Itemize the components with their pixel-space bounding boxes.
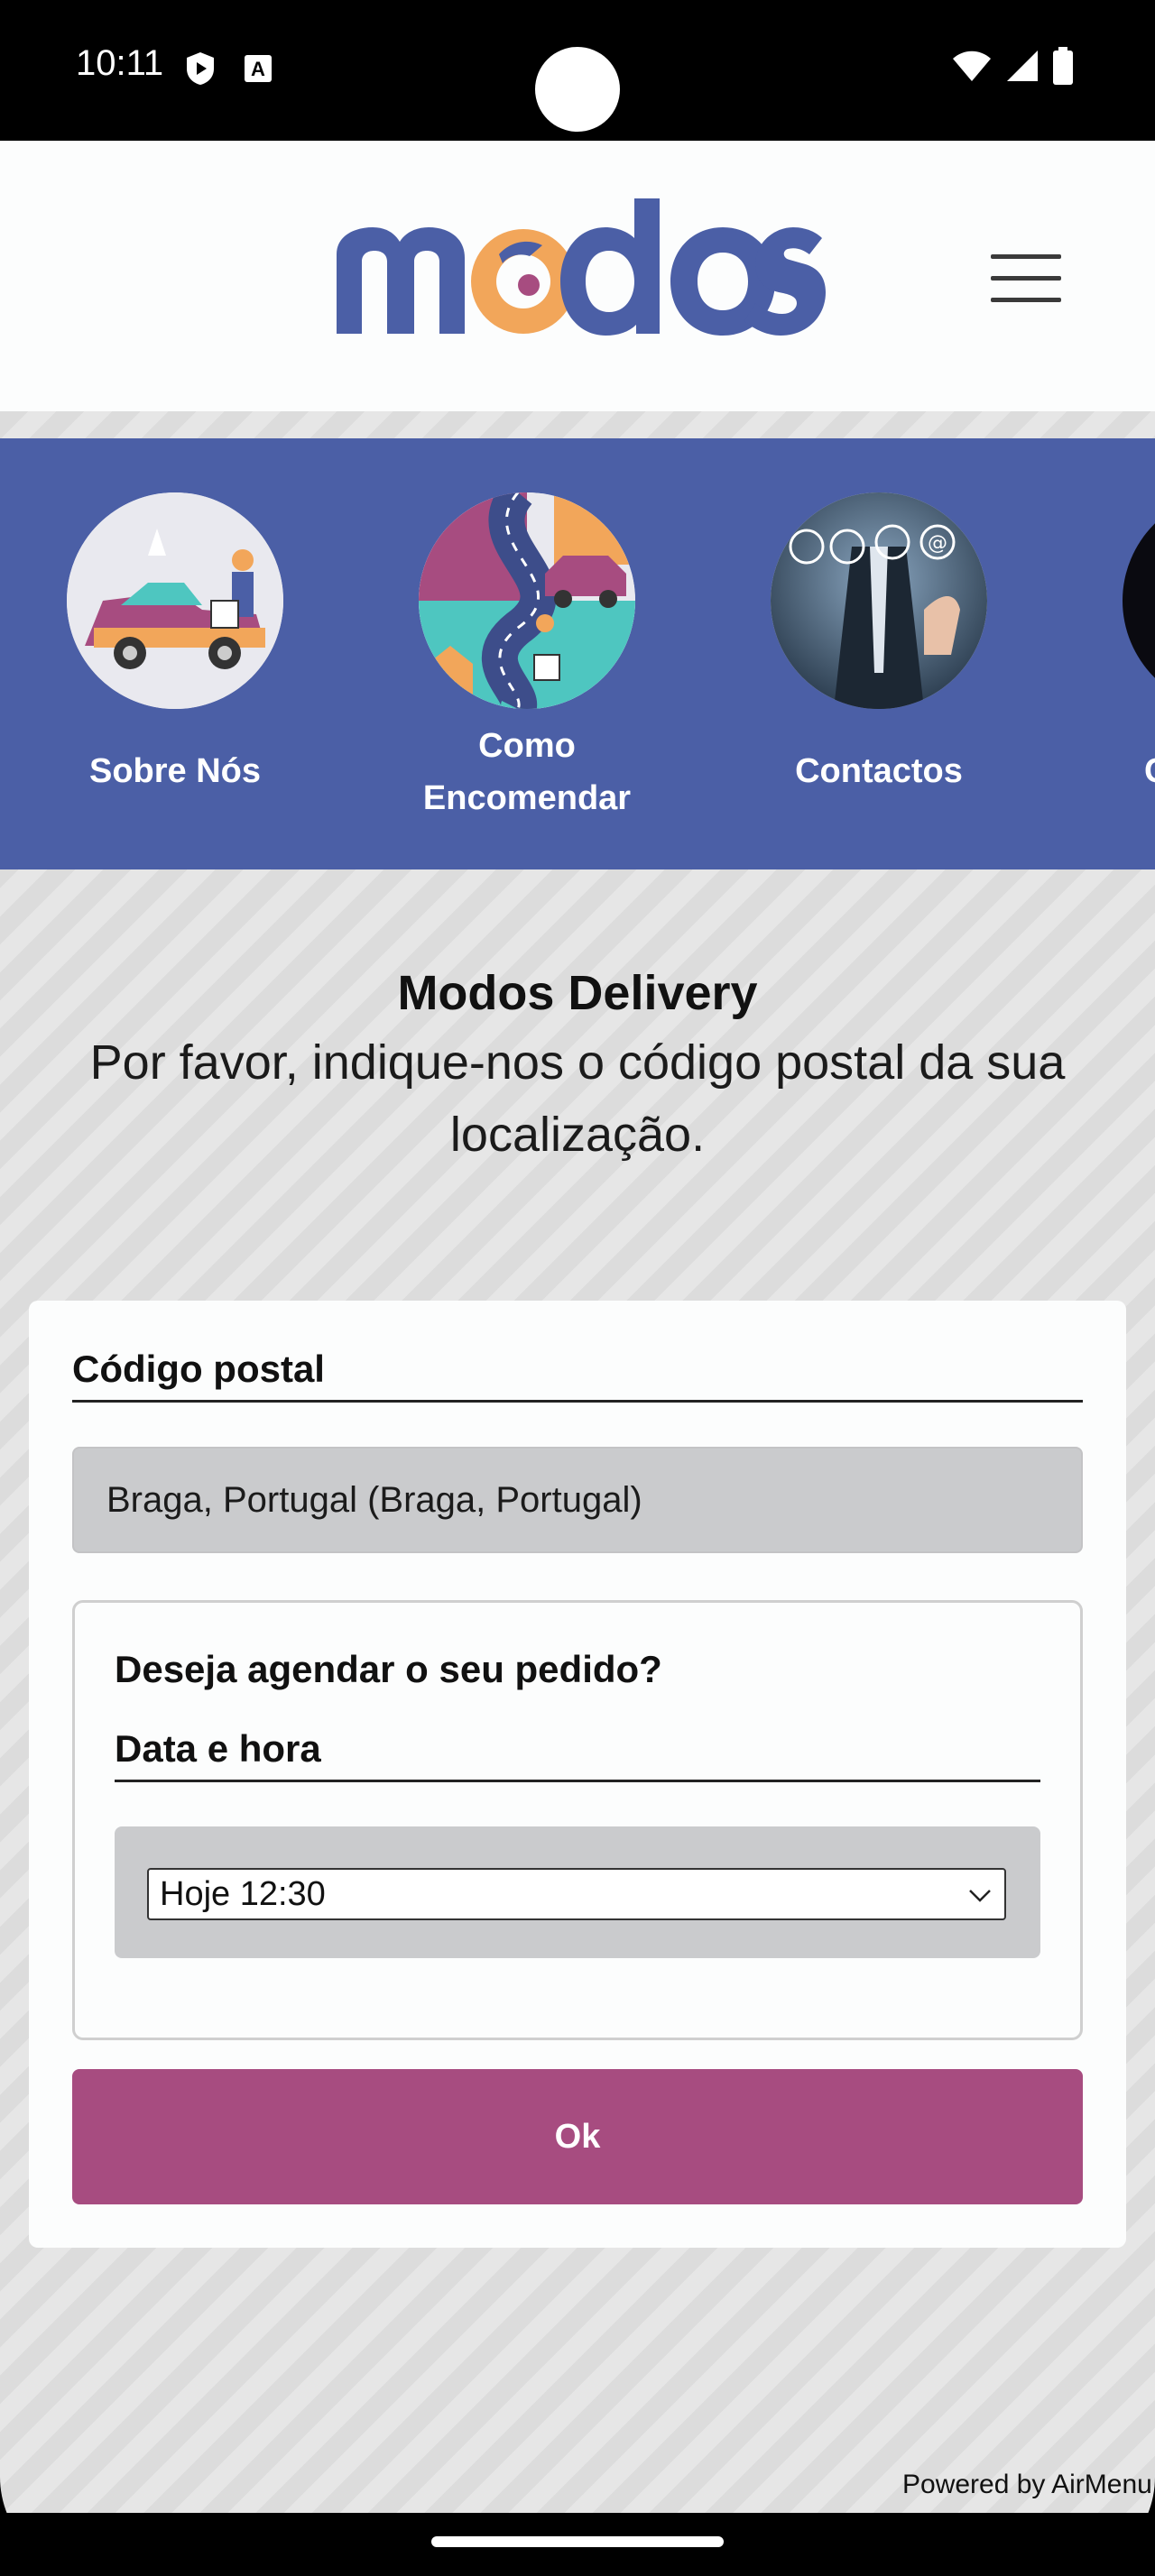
home-gesture-handle[interactable] — [431, 2536, 724, 2547]
datetime-select-container: Hoje 12:30 — [115, 1826, 1040, 1958]
category-carousel[interactable]: Sobre Nós Como Encomendar @ Contactos — [0, 438, 1155, 869]
contactos-image: @ — [771, 492, 987, 709]
category-partial[interactable]: C — [1113, 492, 1155, 797]
svg-text:A: A — [251, 58, 265, 80]
datetime-label: Data e hora — [115, 1727, 321, 1770]
category-label: Sobre Nós — [88, 752, 262, 790]
battery-icon — [1053, 47, 1073, 85]
status-time: 10:11 — [76, 43, 164, 83]
page-subtitle: Por favor, indique-nos o código postal d… — [89, 1035, 1066, 1162]
ok-button[interactable]: Ok — [72, 2069, 1083, 2204]
datetime-select[interactable]: Hoje 12:30 — [147, 1868, 1006, 1920]
wifi-icon — [953, 51, 991, 81]
powered-by-text[interactable]: Powered by AirMenu — [902, 2470, 1152, 2500]
signal-icon — [1007, 51, 1038, 81]
shield-play-icon — [187, 52, 214, 85]
postal-code-input[interactable]: Braga, Portugal (Braga, Portugal) — [72, 1447, 1083, 1553]
category-label: Contactos — [795, 752, 963, 790]
front-camera — [535, 47, 620, 132]
chevron-down-icon — [969, 1890, 991, 1902]
postal-label-underline — [72, 1400, 1083, 1403]
modos-logo[interactable] — [329, 198, 826, 343]
hamburger-menu-icon[interactable] — [984, 244, 1070, 316]
sobre-nos-image — [67, 492, 283, 709]
category-label: Como Encomendar — [422, 727, 632, 817]
datetime-label-underline — [115, 1780, 1040, 1782]
category-contactos[interactable]: @ Contactos — [762, 492, 996, 797]
schedule-section: Deseja agendar o seu pedido? Data e hora… — [72, 1600, 1083, 2040]
a-box-icon: A — [245, 55, 272, 82]
page-heading: Modos Delivery Por favor, indique-nos o … — [0, 965, 1155, 1171]
delivery-form-card: Código postal Braga, Portugal (Braga, Po… — [29, 1301, 1126, 2248]
category-label: C — [1113, 745, 1155, 797]
postal-code-label: Código postal — [72, 1348, 325, 1390]
status-icons — [951, 47, 1074, 85]
schedule-question: Deseja agendar o seu pedido? — [115, 1648, 662, 1690]
page-title: Modos Delivery — [397, 966, 758, 1020]
como-encomendar-image — [419, 492, 635, 709]
svg-text:@: @ — [928, 532, 947, 555]
partial-category-image — [1123, 492, 1155, 709]
category-sobre-nos[interactable]: Sobre Nós — [58, 492, 292, 797]
datetime-selected-value: Hoje 12:30 — [160, 1874, 326, 1913]
status-bar: 10:11 A — [0, 0, 1155, 141]
category-como-encomendar[interactable]: Como Encomendar — [410, 492, 644, 824]
phone-screen: 10:11 A Sobre Nós Como Encomendar @ Cont… — [0, 0, 1155, 2576]
